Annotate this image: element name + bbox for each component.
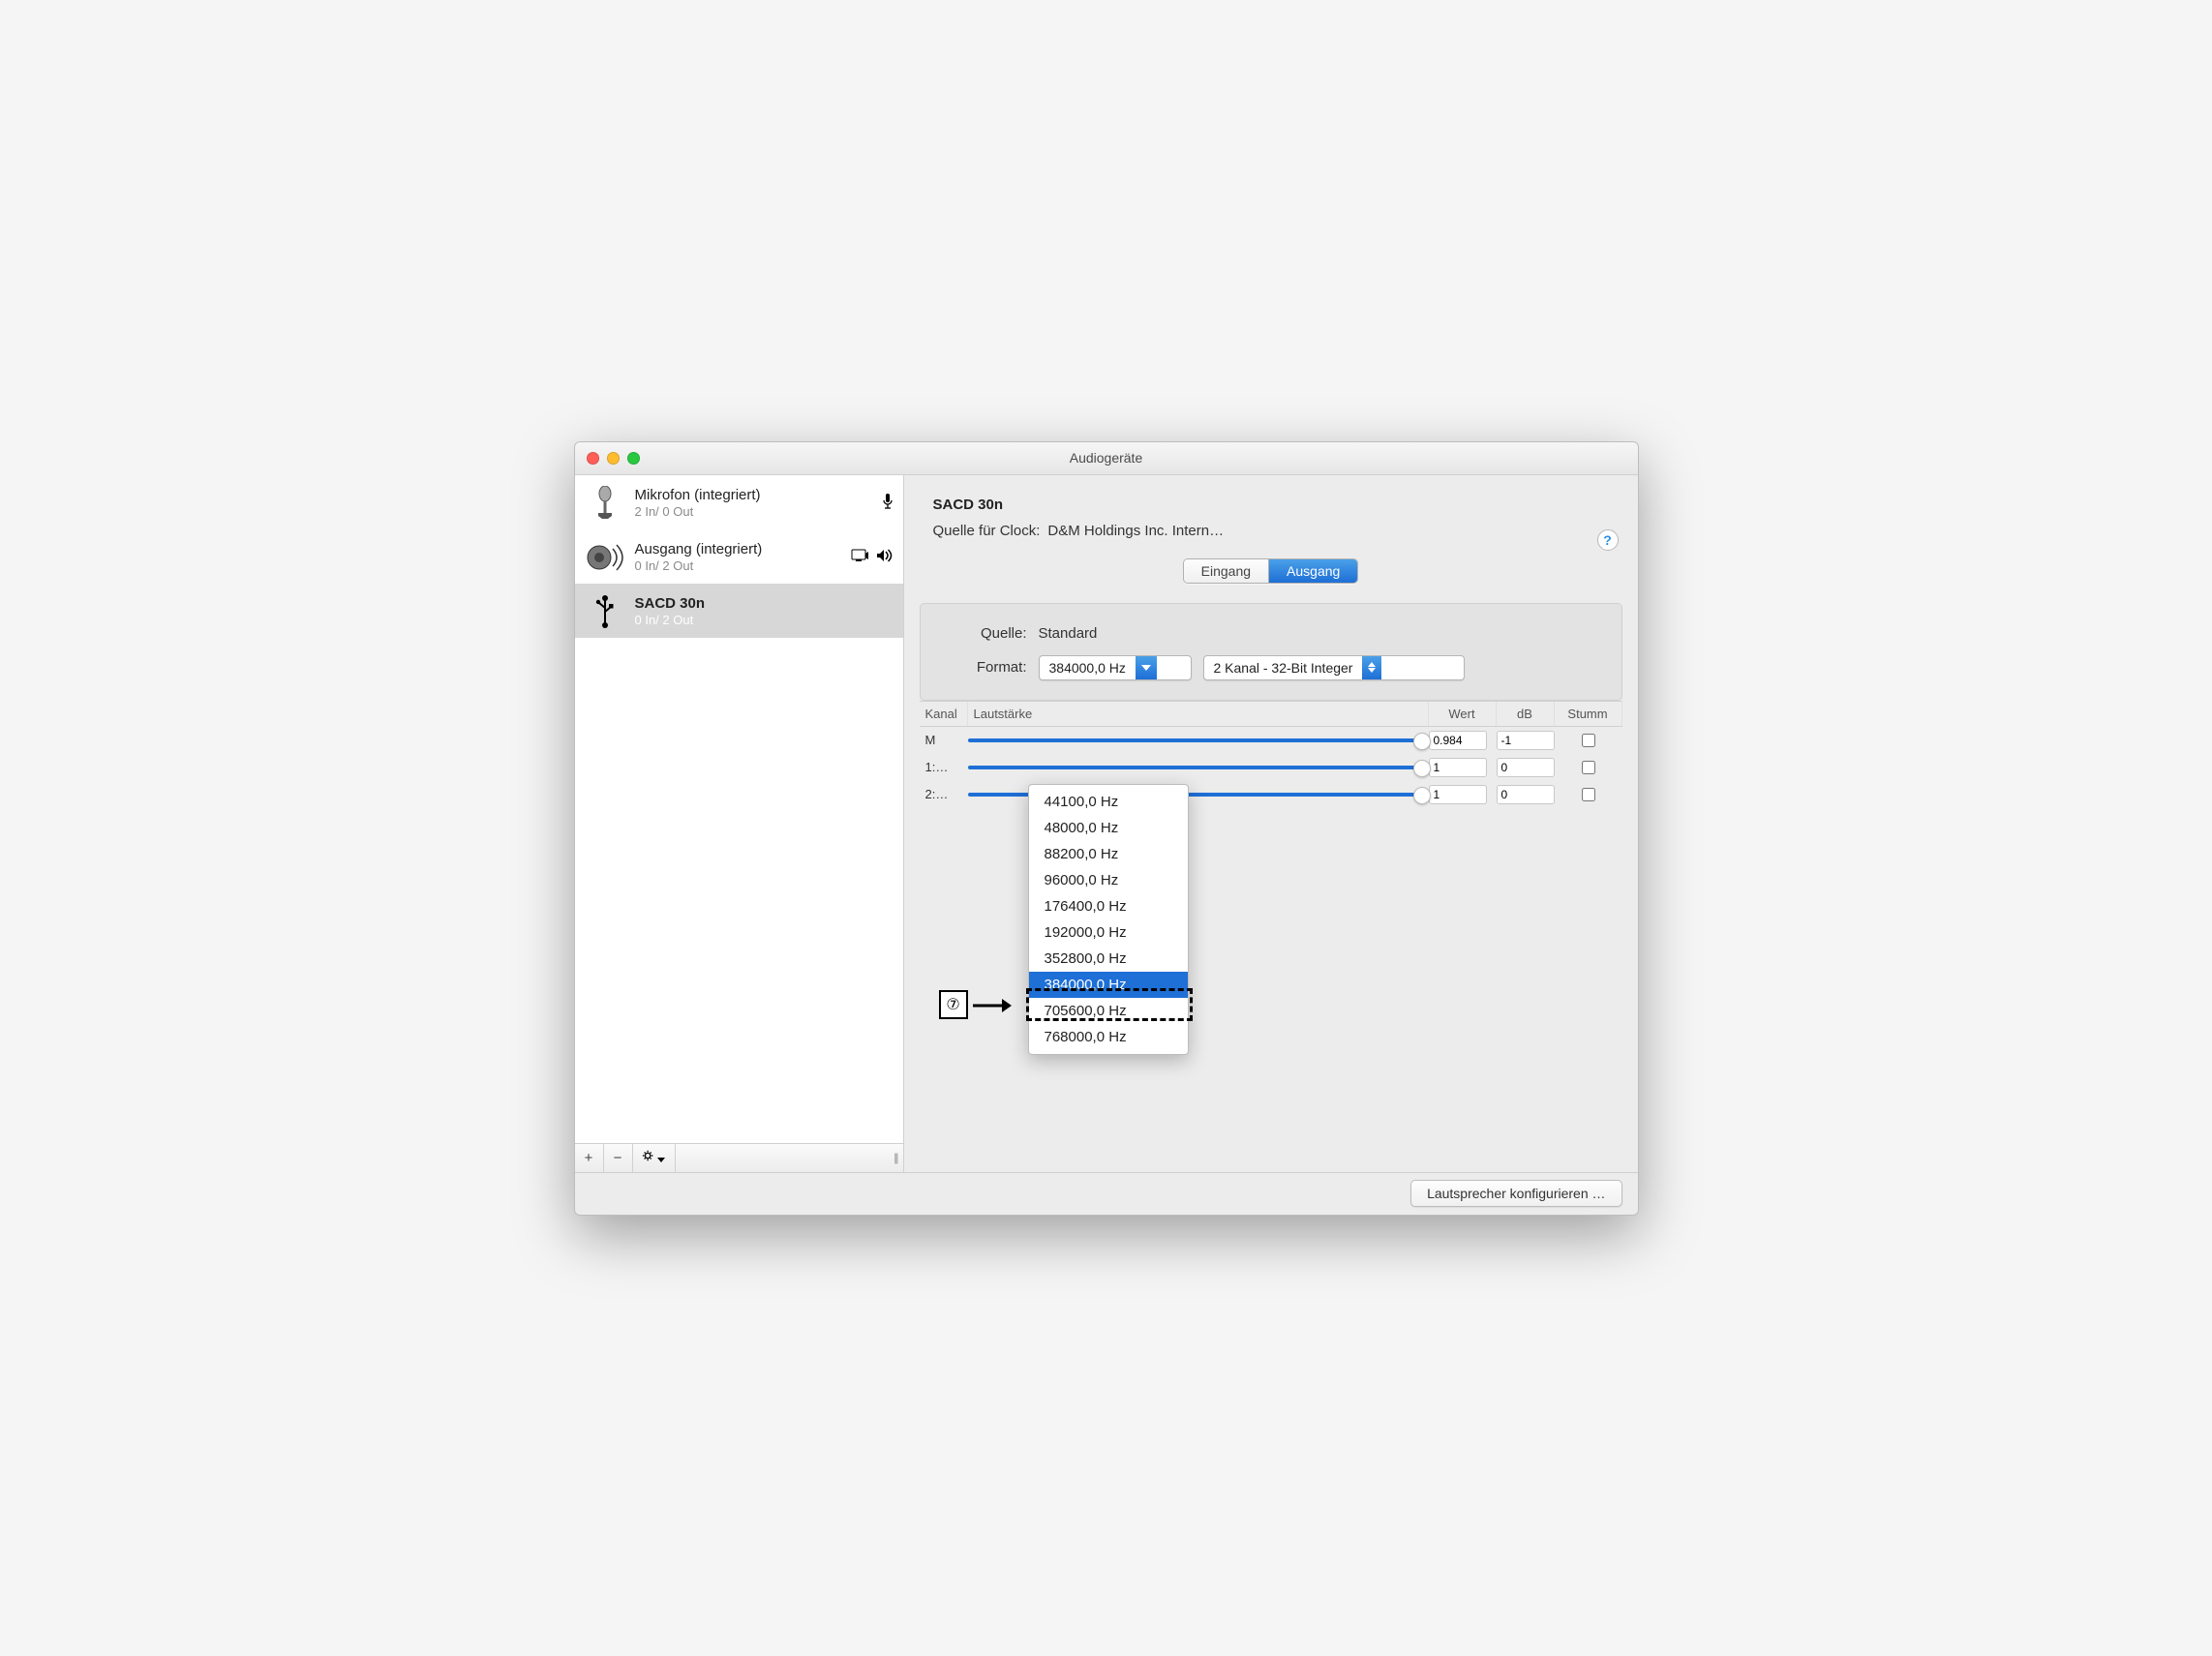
default-input-icon: [882, 493, 894, 514]
window-body: Mikrofon (integriert) 2 In/ 0 Out Aus: [575, 475, 1638, 1172]
channel-label: 2:…: [920, 787, 968, 801]
titlebar[interactable]: Audiogeräte: [575, 442, 1638, 475]
main-header: SACD 30n Quelle für Clock: D&M Holdings …: [904, 475, 1638, 553]
clock-value: D&M Holdings Inc. Intern…: [1047, 523, 1224, 539]
sample-rate-option[interactable]: 192000,0 Hz: [1029, 919, 1188, 946]
sample-rate-option[interactable]: 705600,0 Hz: [1029, 998, 1188, 1024]
format-label: Format:: [940, 659, 1027, 676]
sample-rate-value: 384000,0 Hz: [1040, 660, 1136, 676]
audio-midi-window: Audiogeräte Mikrofon (integriert) 2 In/ …: [574, 441, 1639, 1216]
device-item-output[interactable]: Ausgang (integriert) 0 In/ 2 Out: [575, 529, 903, 584]
mute-checkbox[interactable]: [1582, 734, 1595, 747]
sample-rate-option[interactable]: 384000,0 Hz: [1029, 972, 1188, 998]
sample-rate-option[interactable]: 44100,0 Hz: [1029, 789, 1188, 815]
sidebar: Mikrofon (integriert) 2 In/ 0 Out Aus: [575, 475, 904, 1172]
source-value: Standard: [1039, 625, 1098, 642]
sample-rate-option[interactable]: 352800,0 Hz: [1029, 946, 1188, 972]
sample-rate-option[interactable]: 768000,0 Hz: [1029, 1024, 1188, 1050]
table-header: Kanal Lautstärke Wert dB Stumm: [920, 702, 1622, 727]
sample-rate-menu[interactable]: 44100,0 Hz48000,0 Hz88200,0 Hz96000,0 Hz…: [1028, 784, 1189, 1055]
clock-label: Quelle für Clock:: [933, 523, 1041, 539]
db-input[interactable]: [1497, 758, 1555, 777]
sample-rate-option[interactable]: 48000,0 Hz: [1029, 815, 1188, 841]
device-io: 0 In/ 2 Out: [635, 613, 894, 627]
device-name: SACD 30n: [635, 595, 894, 612]
window-footer: Lautsprecher konfigurieren …: [575, 1172, 1638, 1215]
sample-rate-dropdown[interactable]: 384000,0 Hz: [1039, 655, 1192, 680]
header-kanal: Kanal: [920, 702, 968, 726]
header-stumm: Stumm: [1555, 702, 1622, 726]
device-list: Mikrofon (integriert) 2 In/ 0 Out Aus: [575, 475, 903, 1143]
mute-checkbox[interactable]: [1582, 788, 1595, 801]
volume-slider[interactable]: [968, 766, 1421, 769]
format-row: Format: 384000,0 Hz 2 Kanal - 32-Bit Int…: [940, 655, 1602, 680]
remove-device-button[interactable]: −: [604, 1144, 633, 1172]
device-item-sacd30n[interactable]: SACD 30n 0 In/ 2 Out: [575, 584, 903, 638]
chevron-down-icon: [657, 1150, 665, 1166]
channel-label: 1:…: [920, 760, 968, 774]
table-row: M: [920, 727, 1622, 754]
microphone-icon: [585, 483, 625, 524]
header-wert: Wert: [1429, 702, 1497, 726]
usb-icon: [585, 591, 625, 632]
channel-format-dropdown[interactable]: 2 Kanal - 32-Bit Integer: [1203, 655, 1465, 680]
volume-slider[interactable]: [968, 738, 1421, 742]
wert-input[interactable]: [1429, 785, 1487, 804]
tab-input[interactable]: Eingang: [1184, 559, 1268, 583]
sample-rate-option[interactable]: 96000,0 Hz: [1029, 867, 1188, 893]
device-io: 2 In/ 0 Out: [635, 504, 872, 519]
device-title: SACD 30n: [933, 497, 1609, 513]
configure-speakers-button[interactable]: Lautsprecher konfigurieren …: [1410, 1180, 1621, 1207]
device-name: Mikrofon (integriert): [635, 487, 872, 503]
window-title: Audiogeräte: [575, 450, 1638, 466]
io-tabs: Eingang Ausgang: [1183, 558, 1359, 584]
default-output-icon: [876, 549, 894, 566]
header-db: dB: [1497, 702, 1555, 726]
sample-rate-option[interactable]: 176400,0 Hz: [1029, 893, 1188, 919]
mute-checkbox[interactable]: [1582, 761, 1595, 774]
callout-number: ⑦: [939, 990, 968, 1019]
stepper-icon: [1362, 656, 1381, 679]
table-row: 1:…: [920, 754, 1622, 781]
device-badges: [882, 493, 894, 514]
device-text: SACD 30n 0 In/ 2 Out: [635, 595, 894, 627]
device-name: Ausgang (integriert): [635, 541, 841, 557]
device-text: Mikrofon (integriert) 2 In/ 0 Out: [635, 487, 872, 519]
tab-output[interactable]: Ausgang: [1268, 559, 1357, 583]
arrow-right-icon: [970, 990, 1015, 1020]
wert-input[interactable]: [1429, 758, 1487, 777]
sample-rate-option[interactable]: 88200,0 Hz: [1029, 841, 1188, 867]
callout-annotation: ⑦: [939, 990, 1015, 1020]
device-io: 0 In/ 2 Out: [635, 558, 841, 573]
table-row: 2:…: [920, 781, 1622, 808]
system-output-icon: [851, 549, 870, 566]
sidebar-footer: + − |||: [575, 1143, 903, 1172]
add-device-button[interactable]: +: [575, 1144, 604, 1172]
header-lautstaerke: Lautstärke: [968, 702, 1429, 726]
db-input[interactable]: [1497, 785, 1555, 804]
db-input[interactable]: [1497, 731, 1555, 750]
help-button[interactable]: ?: [1597, 529, 1619, 551]
format-panel: Quelle: Standard Format: 384000,0 Hz 2 K…: [920, 603, 1622, 701]
device-item-microphone[interactable]: Mikrofon (integriert) 2 In/ 0 Out: [575, 475, 903, 529]
clock-row: Quelle für Clock: D&M Holdings Inc. Inte…: [933, 523, 1609, 539]
device-text: Ausgang (integriert) 0 In/ 2 Out: [635, 541, 841, 573]
main-panel: SACD 30n Quelle für Clock: D&M Holdings …: [904, 475, 1638, 1172]
gear-menu-button[interactable]: [633, 1144, 676, 1172]
channel-format-value: 2 Kanal - 32-Bit Integer: [1204, 660, 1363, 676]
source-row: Quelle: Standard: [940, 625, 1602, 642]
speaker-icon: [585, 537, 625, 578]
device-badges: [851, 549, 894, 566]
resize-handle[interactable]: |||: [894, 1151, 896, 1164]
gear-icon: [642, 1149, 655, 1166]
chevron-down-icon: [1136, 656, 1157, 679]
channel-table: Kanal Lautstärke Wert dB Stumm M 1:…: [920, 701, 1622, 808]
source-label: Quelle:: [940, 625, 1027, 642]
wert-input[interactable]: [1429, 731, 1487, 750]
channel-label: M: [920, 733, 968, 747]
